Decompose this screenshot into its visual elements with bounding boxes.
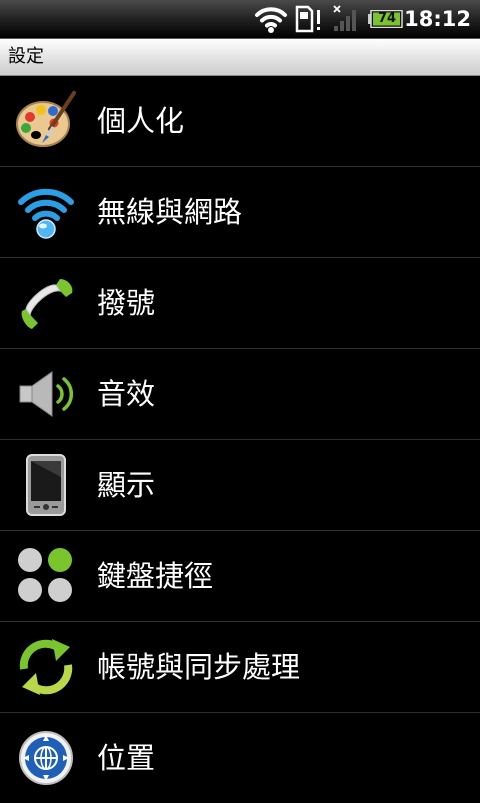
status-time: 18:12: [404, 7, 471, 31]
page-title: 設定: [8, 46, 44, 67]
settings-item-location[interactable]: 位置: [0, 713, 480, 803]
settings-item-label: 無線與網路: [97, 195, 243, 229]
wifi-status-icon: [254, 4, 288, 38]
settings-item-label: 顯示: [97, 468, 156, 502]
settings-item-accounts-sync[interactable]: 帳號與同步處理: [0, 622, 480, 713]
settings-item-label: 位置: [97, 741, 156, 775]
settings-item-label: 個人化: [97, 104, 185, 138]
location-compass-icon: [14, 726, 78, 790]
settings-list: 個人化 無線與網路 撥號 音效 顯示 鍵盤捷徑 帳號與同步處理 位置: [0, 76, 480, 803]
settings-item-display[interactable]: 顯示: [0, 440, 480, 531]
settings-item-personalize[interactable]: 個人化: [0, 76, 480, 167]
battery-level-text: 74: [377, 11, 397, 26]
settings-item-label: 音效: [97, 377, 156, 411]
settings-item-label: 鍵盤捷徑: [97, 559, 214, 593]
speaker-icon: [14, 362, 78, 426]
keyboard-shortcut-icon: [14, 544, 78, 608]
status-bar: 74 18:12: [0, 0, 480, 39]
settings-item-keyboard-shortcuts[interactable]: 鍵盤捷徑: [0, 531, 480, 622]
settings-item-sound[interactable]: 音效: [0, 349, 480, 440]
sync-icon: [14, 635, 78, 699]
settings-item-label: 帳號與同步處理: [97, 650, 301, 684]
sd-card-alert-icon: [295, 4, 323, 38]
settings-item-label: 撥號: [97, 286, 156, 320]
palette-icon: [14, 89, 78, 153]
title-bar: 設定: [0, 39, 480, 76]
no-signal-icon: [330, 4, 360, 38]
phone-handset-icon: [14, 271, 78, 335]
settings-item-wireless[interactable]: 無線與網路: [0, 167, 480, 258]
battery-icon: 74: [368, 10, 404, 28]
phone-display-icon: [14, 453, 78, 517]
settings-item-call[interactable]: 撥號: [0, 258, 480, 349]
wifi-icon: [14, 180, 78, 244]
